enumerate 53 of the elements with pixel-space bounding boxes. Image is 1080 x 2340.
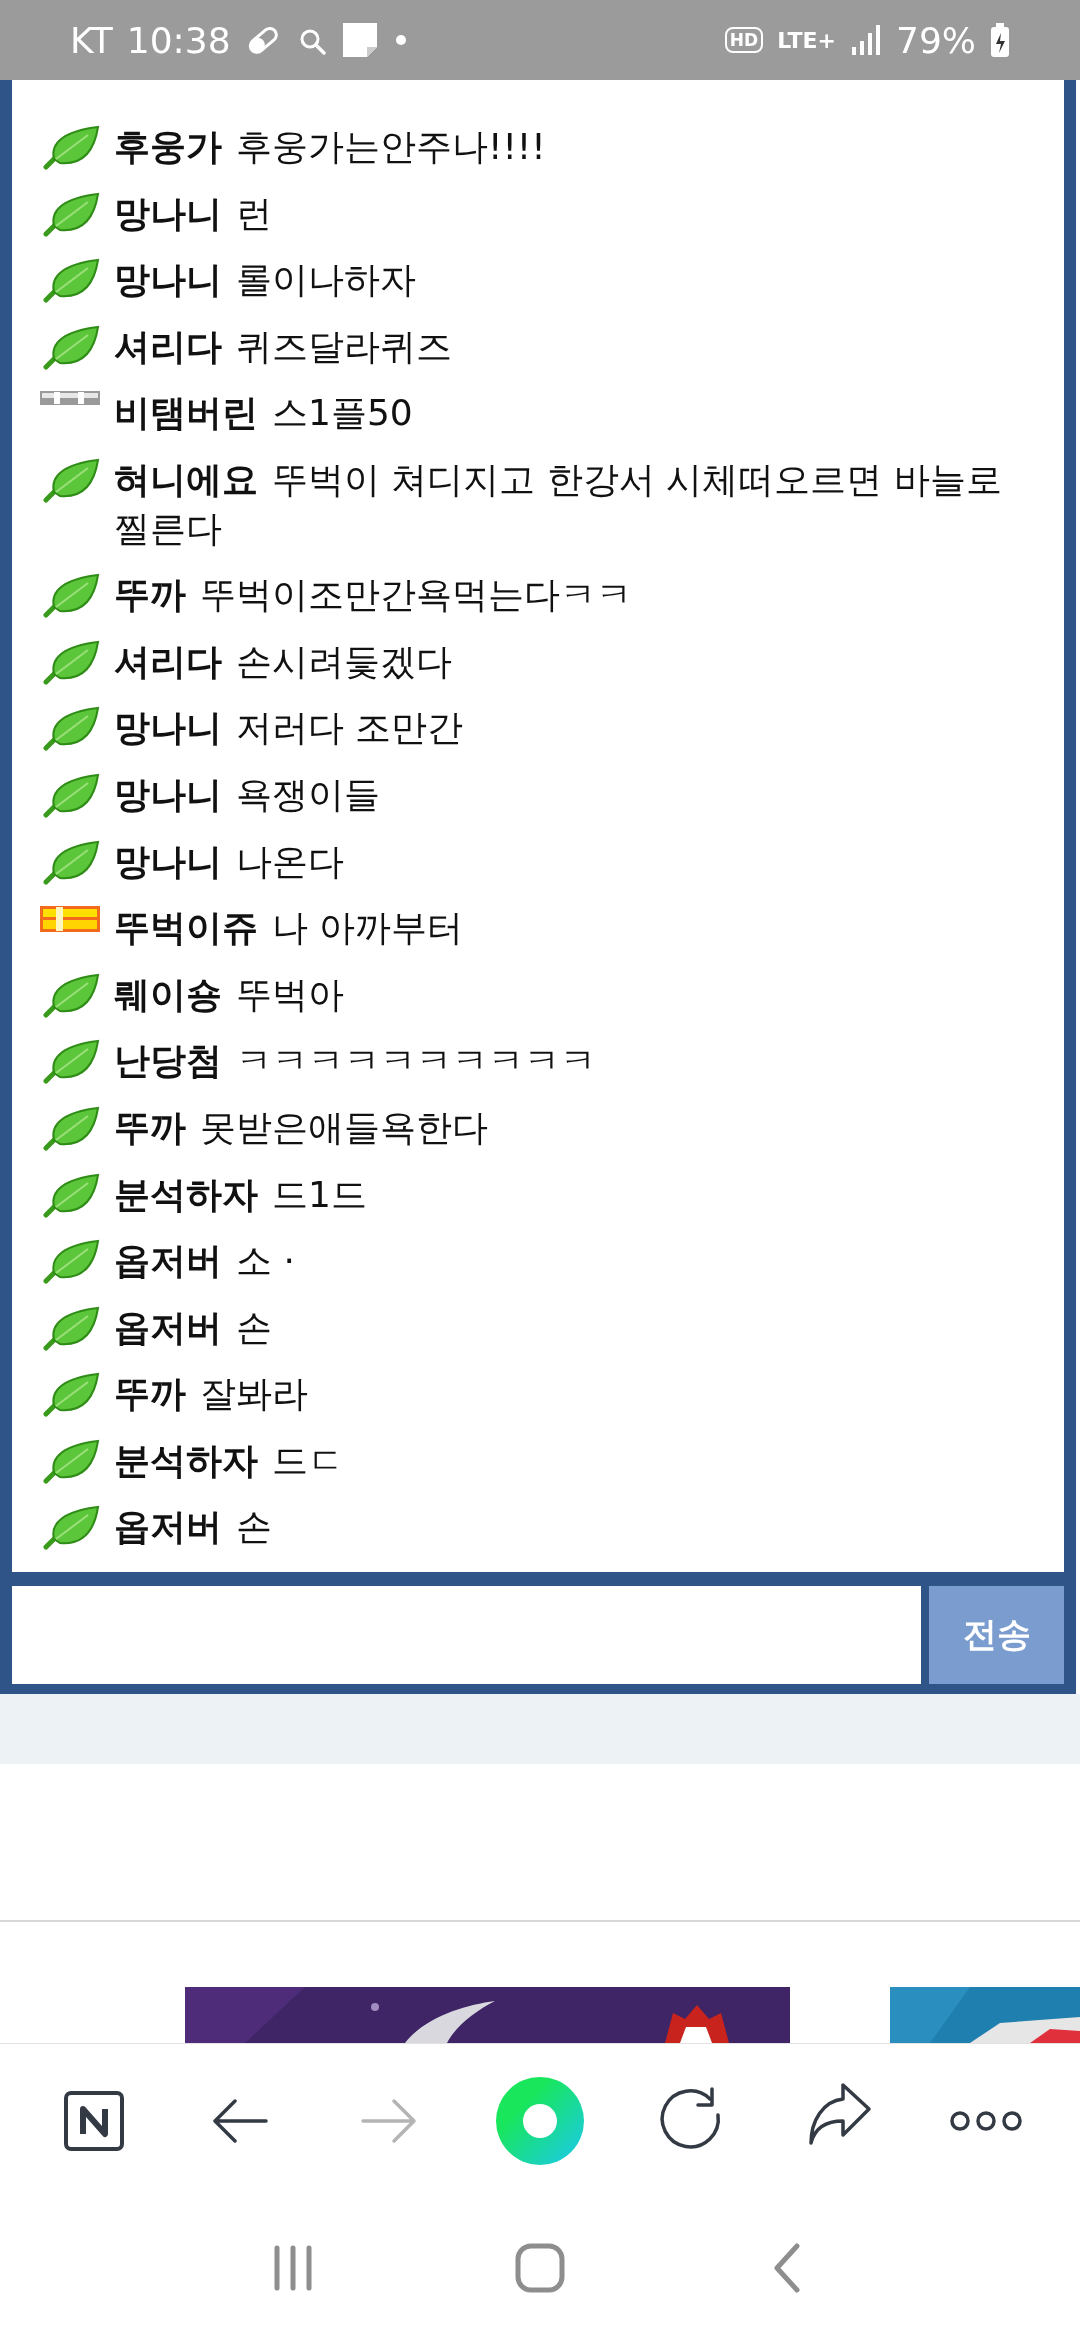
- leaf-icon: [43, 573, 100, 619]
- leaf-icon: [43, 1039, 100, 1085]
- leaf-icon: [43, 1438, 100, 1484]
- chat-message: 혀니에요 뚜벅이 쳐디지고 한강서 시체떠오르면 바늘로 찔른다: [114, 457, 1003, 551]
- leaf-icon: [43, 1105, 100, 1151]
- chat-message: 뚜까 잘봐라: [114, 1372, 309, 1417]
- chat-message: 망나니 롤이나하자: [114, 258, 417, 303]
- chat-message: 망나니 런: [114, 191, 273, 236]
- bar-badge-icon: [40, 906, 100, 933]
- signal-icon: [850, 23, 882, 57]
- leaf-icon: [43, 258, 100, 304]
- leaf-icon: [43, 972, 100, 1018]
- leaf-icon: [43, 191, 100, 237]
- note-icon: [340, 21, 379, 59]
- leaf-icon: [43, 1305, 100, 1351]
- clock-text: 10:38: [126, 19, 231, 61]
- leaf-icon: [43, 839, 100, 885]
- chat-message: 뚜벅이쥬 나 아까부터: [114, 906, 465, 951]
- chat-message: 뚜까 못받은애들욕한다: [114, 1105, 489, 1150]
- chat-message: 옵저버 손: [114, 1305, 273, 1350]
- chat-message: 옵저버 손: [114, 1505, 273, 1550]
- chat-message: 후웅가 후웅가는안주나!!!!: [114, 125, 547, 169]
- leaf-icon: [43, 706, 100, 752]
- leaf-icon: [43, 1505, 100, 1551]
- chat-message: 망나니 욕쟁이들: [114, 772, 381, 817]
- chat-message: 뤠이숑 뚜벅아: [114, 972, 345, 1017]
- chat-message: 셔리다 손시려듳겠다: [114, 639, 453, 684]
- chat-message: 셔리다 퀴즈달라퀴즈: [114, 324, 453, 369]
- network-type-text: LTE+: [777, 27, 836, 53]
- chat-message: 분석하자 드ㄷ: [114, 1438, 345, 1483]
- chat-message: 망나니 나온다: [114, 839, 345, 884]
- home-ring-icon[interactable]: [495, 2076, 585, 2167]
- leaf-icon: [43, 639, 100, 685]
- leaf-icon: [43, 1172, 100, 1218]
- leaf-icon: [43, 772, 100, 818]
- chat-message: 뚜까 뚜벅이조만간욕먹는다ㅋㅋ: [114, 573, 633, 618]
- bar-badge-icon: [40, 391, 100, 406]
- leaf-icon: [43, 125, 100, 170]
- send-button[interactable]: 전송: [929, 1586, 1064, 1685]
- battery-text: 79%: [896, 19, 976, 61]
- hd-badge: HD: [724, 27, 764, 53]
- leaf-icon: [43, 1372, 100, 1418]
- leaf-icon: [43, 324, 100, 370]
- chat-message: 망나니 저러다 조만간: [114, 706, 465, 751]
- leaf-icon: [43, 457, 100, 503]
- chat-message: 난당첨 ㅋㅋㅋㅋㅋㅋㅋㅋㅋㅋ: [114, 1039, 597, 1084]
- chat-message: 옵저버 소 ·: [114, 1239, 296, 1284]
- leaf-icon: [43, 1239, 100, 1285]
- battery-icon: [990, 23, 1010, 57]
- chat-message: 비탬버린 스1플50: [114, 391, 414, 436]
- message-input-field[interactable]: [12, 1586, 921, 1685]
- carrier-text: KT: [70, 19, 113, 61]
- chat-message: 분석하자 드1드: [114, 1172, 368, 1217]
